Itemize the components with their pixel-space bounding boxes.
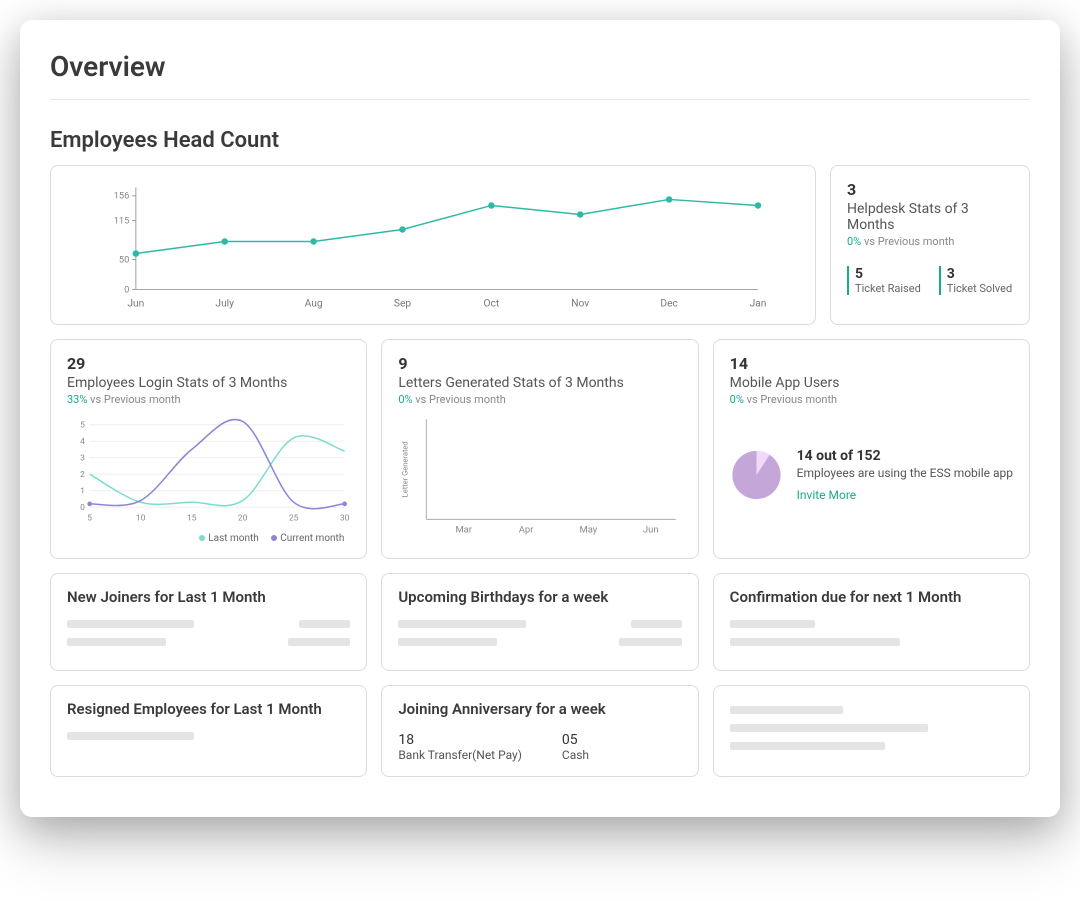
svg-text:Dec: Dec bbox=[660, 298, 677, 309]
letters-sub: 0% vs Previous month bbox=[398, 393, 681, 406]
svg-text:2: 2 bbox=[80, 470, 85, 480]
anniversary-card: Joining Anniversary for a week 18 Bank T… bbox=[381, 685, 698, 777]
helpdesk-card: 3 Helpdesk Stats of 3 Months 0% vs Previ… bbox=[830, 165, 1030, 325]
legend-dot-current bbox=[271, 535, 277, 541]
svg-text:50: 50 bbox=[119, 254, 129, 265]
row-lower-2: Resigned Employees for Last 1 Month Join… bbox=[50, 685, 1030, 777]
helpdesk-value: 3 bbox=[847, 180, 1013, 199]
svg-text:Jan: Jan bbox=[750, 298, 767, 309]
invite-more-link[interactable]: Invite More bbox=[797, 488, 1013, 502]
svg-text:Aug: Aug bbox=[305, 298, 323, 309]
pay-cash: 05 Cash bbox=[562, 732, 589, 762]
login-label: Employees Login Stats of 3 Months bbox=[67, 375, 350, 391]
new-joiners-card: New Joiners for Last 1 Month bbox=[50, 573, 367, 671]
svg-text:July: July bbox=[215, 298, 234, 309]
mobile-value: 14 bbox=[730, 354, 1013, 373]
svg-text:3: 3 bbox=[80, 454, 85, 464]
dashboard-page: Overview Employees Head Count 050115156J… bbox=[20, 20, 1060, 817]
pay-bank: 18 Bank Transfer(Net Pay) bbox=[398, 732, 522, 762]
page-title: Overview bbox=[50, 50, 1030, 100]
svg-text:115: 115 bbox=[114, 215, 130, 226]
login-value: 29 bbox=[67, 354, 350, 373]
mobile-desc: Employees are using the ESS mobile app bbox=[797, 466, 1013, 482]
headcount-chart: 0 50 115 156 Jun July Aug Sep Oct Nov Dec Jan bbox=[67, 180, 799, 310]
svg-text:156: 156 bbox=[114, 191, 130, 202]
svg-text:Oct: Oct bbox=[484, 298, 500, 309]
svg-text:5: 5 bbox=[87, 513, 92, 523]
mobile-pie-row: 14 out of 152 Employees are using the ES… bbox=[730, 406, 1013, 544]
anniversary-title: Joining Anniversary for a week bbox=[398, 700, 681, 718]
section-title: Employees Head Count bbox=[50, 128, 1030, 153]
pay-row: 18 Bank Transfer(Net Pay) 05 Cash bbox=[398, 732, 681, 762]
row-stats: 29 Employees Login Stats of 3 Months 33%… bbox=[50, 339, 1030, 559]
svg-text:Letter Generated: Letter Generated bbox=[401, 441, 410, 497]
svg-text:30: 30 bbox=[340, 513, 350, 523]
login-legend: Last month Current month bbox=[67, 529, 350, 544]
letters-value: 9 bbox=[398, 354, 681, 373]
ticket-solved: 3 Ticket Solved bbox=[939, 266, 1012, 295]
ticket-raised: 5 Ticket Raised bbox=[847, 266, 921, 295]
svg-text:20: 20 bbox=[238, 513, 248, 523]
birthdays-title: Upcoming Birthdays for a week bbox=[398, 588, 681, 606]
headcount-chart-card: 0 50 115 156 Jun July Aug Sep Oct Nov Dec Jan bbox=[50, 165, 816, 325]
mobile-highlight: 14 out of 152 bbox=[797, 448, 1013, 464]
svg-text:10: 10 bbox=[136, 513, 146, 523]
row-lower-1: New Joiners for Last 1 Month Upcoming Bi… bbox=[50, 573, 1030, 671]
letters-label: Letters Generated Stats of 3 Months bbox=[398, 375, 681, 391]
svg-text:Jun: Jun bbox=[643, 525, 659, 536]
login-sub: 33% vs Previous month bbox=[67, 393, 350, 406]
blank-card bbox=[713, 685, 1030, 777]
svg-text:1: 1 bbox=[80, 487, 85, 497]
mobile-card: 14 Mobile App Users 0% vs Previous month… bbox=[713, 339, 1030, 559]
svg-text:4: 4 bbox=[80, 437, 85, 447]
letters-chart: Mar Apr May Jun Letter Generated bbox=[398, 406, 681, 544]
helpdesk-label: Helpdesk Stats of 3 Months bbox=[847, 201, 1013, 233]
login-chart: 0 1 2 3 4 5 5 10 15 20 25 30 bbox=[67, 406, 350, 529]
svg-text:5: 5 bbox=[80, 421, 85, 431]
svg-text:0: 0 bbox=[80, 503, 85, 513]
svg-text:25: 25 bbox=[289, 513, 299, 523]
confirmation-title: Confirmation due for next 1 Month bbox=[730, 588, 1013, 606]
resigned-card: Resigned Employees for Last 1 Month bbox=[50, 685, 367, 777]
resigned-title: Resigned Employees for Last 1 Month bbox=[67, 700, 350, 718]
helpdesk-sub: 0% vs Previous month bbox=[847, 235, 1013, 248]
svg-text:Nov: Nov bbox=[571, 298, 589, 309]
row-headcount: 0 50 115 156 Jun July Aug Sep Oct Nov Dec Jan 3 Hel… bbox=[50, 165, 1030, 325]
letters-card: 9 Letters Generated Stats of 3 Months 0%… bbox=[381, 339, 698, 559]
confirmation-card: Confirmation due for next 1 Month bbox=[713, 573, 1030, 671]
mobile-pie-chart bbox=[730, 420, 783, 530]
svg-text:0: 0 bbox=[124, 284, 129, 295]
mobile-sub: 0% vs Previous month bbox=[730, 393, 1013, 406]
svg-text:May: May bbox=[580, 525, 598, 536]
mobile-label: Mobile App Users bbox=[730, 375, 1013, 391]
mobile-pie-text: 14 out of 152 Employees are using the ES… bbox=[797, 448, 1013, 502]
legend-dot-last bbox=[199, 535, 205, 541]
birthdays-card: Upcoming Birthdays for a week bbox=[381, 573, 698, 671]
helpdesk-substats: 5 Ticket Raised 3 Ticket Solved bbox=[847, 266, 1013, 295]
svg-text:Jun: Jun bbox=[127, 298, 144, 309]
svg-text:15: 15 bbox=[187, 513, 197, 523]
new-joiners-title: New Joiners for Last 1 Month bbox=[67, 588, 350, 606]
svg-text:Sep: Sep bbox=[394, 298, 411, 309]
svg-text:Mar: Mar bbox=[456, 525, 473, 536]
login-stats-card: 29 Employees Login Stats of 3 Months 33%… bbox=[50, 339, 367, 559]
svg-text:Apr: Apr bbox=[519, 525, 534, 536]
